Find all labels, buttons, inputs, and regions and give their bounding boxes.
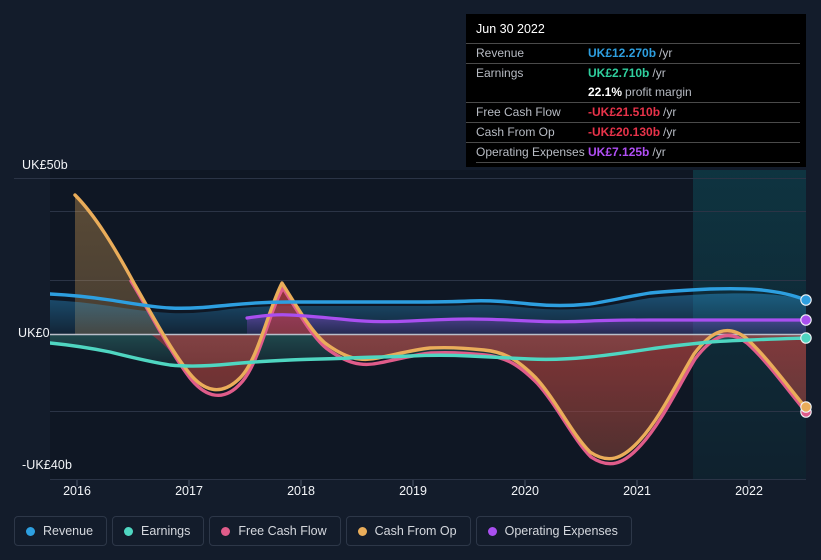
legend-label-revenue: Revenue [43, 524, 94, 538]
chart-legend: Revenue Earnings Free Cash Flow Cash Fro… [14, 516, 632, 546]
tooltip-suffix-revenue: /yr [659, 46, 673, 60]
tooltip-value-earnings: UK£2.710b [588, 66, 650, 80]
tooltip-row-revenue: Revenue UK£12.270b /yr [466, 43, 800, 63]
tooltip-row-cash-from-op: Cash From Op -UK£20.130b /yr [466, 122, 800, 142]
x-tick-2022: 2022 [735, 484, 763, 498]
endpoint-operating-expenses [800, 314, 812, 326]
tooltip-suffix-free-cash-flow: /yr [663, 105, 677, 119]
y-axis-label-bottom: -UK£40b [22, 458, 73, 472]
legend-dot-operating-expenses [487, 526, 497, 536]
tooltip-suffix-operating-expenses: /yr [652, 145, 666, 159]
x-tick-2018: 2018 [287, 484, 315, 498]
legend-dot-free-cash-flow [221, 526, 231, 536]
chart-screenshot: UK£50b UK£0 -UK£40b 2016 2017 2018 2019 … [0, 0, 821, 560]
tooltip-row-profit-margin: 22.1% profit margin [466, 83, 800, 102]
tooltip-suffix-cash-from-op: /yr [663, 125, 677, 139]
legend-item-free-cash-flow[interactable]: Free Cash Flow [209, 516, 341, 546]
endpoint-earnings [800, 332, 812, 344]
legend-item-cash-from-op[interactable]: Cash From Op [345, 516, 471, 546]
legend-label-operating-expenses: Operating Expenses [504, 524, 618, 538]
tooltip-label-operating-expenses: Operating Expenses [476, 145, 585, 159]
tooltip-row-earnings: Earnings UK£2.710b /yr [466, 63, 800, 83]
tooltip-value-revenue: UK£12.270b [588, 46, 657, 60]
tooltip-bottom-rule [476, 162, 800, 163]
legend-dot-cash-from-op [357, 526, 367, 536]
x-tick-2017: 2017 [175, 484, 203, 498]
legend-label-free-cash-flow: Free Cash Flow [238, 524, 327, 538]
chart-tooltip: Jun 30 2022 Revenue UK£12.270b /yr Earni… [466, 14, 806, 167]
tooltip-label-earnings: Earnings [476, 66, 524, 80]
legend-label-earnings: Earnings [141, 524, 191, 538]
tooltip-label-free-cash-flow: Free Cash Flow [476, 105, 561, 119]
tooltip-date: Jun 30 2022 [476, 22, 545, 36]
tooltip-value-profit-margin: 22.1% [588, 85, 623, 99]
legend-dot-earnings [124, 526, 134, 536]
tooltip-label-cash-from-op: Cash From Op [476, 125, 555, 139]
tooltip-value-cash-from-op: -UK£20.130b [588, 125, 661, 139]
x-tick-2020: 2020 [511, 484, 539, 498]
tooltip-value-free-cash-flow: -UK£21.510b [588, 105, 661, 119]
legend-item-earnings[interactable]: Earnings [112, 516, 205, 546]
tooltip-suffix-earnings: /yr [652, 66, 666, 80]
tooltip-row-operating-expenses: Operating Expenses UK£7.125b /yr [466, 142, 800, 162]
endpoint-cash-from-op [800, 401, 812, 413]
legend-label-cash-from-op: Cash From Op [374, 524, 457, 538]
tooltip-suffix-profit-margin: profit margin [625, 85, 692, 99]
x-tick-2016: 2016 [63, 484, 91, 498]
legend-dot-revenue [26, 526, 35, 536]
legend-item-operating-expenses[interactable]: Operating Expenses [475, 516, 632, 546]
y-axis-label-top: UK£50b [22, 158, 68, 172]
y-axis-label-zero: UK£0 [18, 326, 50, 340]
x-tick-2019: 2019 [399, 484, 427, 498]
tooltip-label-revenue: Revenue [476, 46, 525, 60]
legend-item-revenue[interactable]: Revenue [14, 516, 108, 546]
tooltip-value-operating-expenses: UK£7.125b [588, 145, 650, 159]
tooltip-row-free-cash-flow: Free Cash Flow -UK£21.510b /yr [466, 102, 800, 122]
x-tick-2021: 2021 [623, 484, 651, 498]
endpoint-revenue [800, 294, 812, 306]
